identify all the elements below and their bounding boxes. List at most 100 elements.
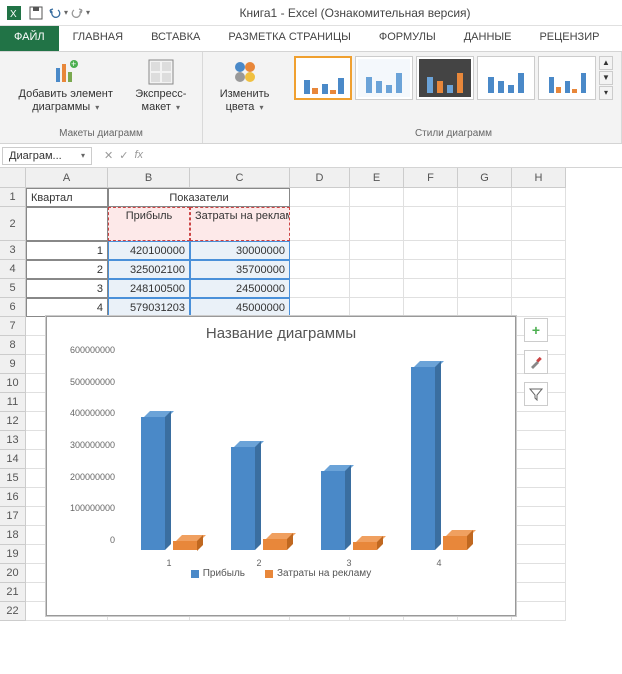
tab-review[interactable]: РЕЦЕНЗИР [525,26,613,51]
cell[interactable] [26,207,108,241]
row-header[interactable]: 21 [0,583,26,602]
cell[interactable] [512,188,566,207]
cell[interactable] [512,450,566,469]
col-header[interactable]: A [26,168,108,188]
excel-icon[interactable]: X [4,3,24,23]
cell[interactable] [290,241,350,260]
tab-insert[interactable]: ВСТАВКА [137,26,214,51]
chart-filter-button[interactable] [524,382,548,406]
row-header[interactable]: 13 [0,431,26,450]
chart-styles-button[interactable] [524,350,548,374]
chart-style-4[interactable] [477,56,535,100]
cell[interactable]: 45000000 [190,298,290,317]
chart-style-5[interactable] [538,56,596,100]
cell[interactable]: 325002100 [108,260,190,279]
cell[interactable] [512,526,566,545]
cell[interactable]: Затраты на рекламу [190,207,290,241]
cell[interactable]: 35700000 [190,260,290,279]
save-icon[interactable] [26,3,46,23]
name-box[interactable]: Диаграм...▾ [2,147,92,165]
legend-item[interactable]: Прибыль [191,568,245,579]
cell[interactable] [512,488,566,507]
chart-style-2[interactable] [355,56,413,100]
cell[interactable] [350,298,404,317]
cell[interactable] [512,431,566,450]
cancel-icon[interactable]: ✕ [104,149,113,162]
cell[interactable] [512,469,566,488]
cell[interactable] [350,241,404,260]
chart-object[interactable]: Название диаграммы 010000000020000000030… [46,316,516,616]
cell[interactable] [512,545,566,564]
cell[interactable]: 2 [26,260,108,279]
cell[interactable] [458,298,512,317]
cell[interactable]: 3 [26,279,108,298]
cell[interactable] [512,583,566,602]
select-all-corner[interactable] [0,168,26,188]
cell[interactable] [512,298,566,317]
row-header[interactable]: 3 [0,241,26,260]
row-header[interactable]: 20 [0,564,26,583]
col-header[interactable]: F [404,168,458,188]
col-header[interactable]: D [290,168,350,188]
row-header[interactable]: 10 [0,374,26,393]
cell[interactable] [512,602,566,621]
cell[interactable] [458,279,512,298]
cell[interactable]: 420100000 [108,241,190,260]
cell[interactable] [512,564,566,583]
cell[interactable] [290,207,350,241]
cell[interactable] [290,188,350,207]
undo-icon[interactable]: ▾ [48,3,68,23]
worksheet-grid[interactable]: A B C D E F G H 1 Квартал Показатели 2 П… [0,168,622,621]
col-header[interactable]: B [108,168,190,188]
chart-title[interactable]: Название диаграммы [47,317,515,350]
cell[interactable] [512,207,566,241]
cell[interactable] [350,207,404,241]
cell[interactable] [512,412,566,431]
row-header[interactable]: 17 [0,507,26,526]
cell[interactable] [290,298,350,317]
cell[interactable]: Квартал [26,188,108,207]
cell[interactable] [404,279,458,298]
row-header[interactable]: 7 [0,317,26,336]
cell[interactable] [404,260,458,279]
col-header[interactable]: C [190,168,290,188]
row-header[interactable]: 15 [0,469,26,488]
cell[interactable] [404,241,458,260]
row-header[interactable]: 12 [0,412,26,431]
enter-icon[interactable]: ✓ [119,149,128,162]
col-header[interactable]: H [512,168,566,188]
cell[interactable]: Показатели [108,188,290,207]
cell[interactable] [404,298,458,317]
chart-elements-button[interactable]: + [524,318,548,342]
cell[interactable] [458,260,512,279]
chart-style-3[interactable] [416,56,474,100]
change-colors-button[interactable]: Изменить цвета ▾ [211,56,278,116]
cell[interactable] [458,207,512,241]
cell[interactable] [290,260,350,279]
redo-icon[interactable]: ▾ [70,3,90,23]
cell[interactable]: 1 [26,241,108,260]
row-header[interactable]: 4 [0,260,26,279]
tab-home[interactable]: ГЛАВНАЯ [59,26,137,51]
row-header[interactable]: 14 [0,450,26,469]
cell[interactable]: 30000000 [190,241,290,260]
row-header[interactable]: 16 [0,488,26,507]
cell[interactable]: 4 [26,298,108,317]
cell[interactable] [350,188,404,207]
chart-style-1[interactable] [294,56,352,100]
row-header[interactable]: 8 [0,336,26,355]
styles-scroll-down[interactable]: ▼ [599,71,613,85]
row-header[interactable]: 2 [0,207,26,241]
row-header[interactable]: 19 [0,545,26,564]
cell[interactable] [512,260,566,279]
row-header[interactable]: 6 [0,298,26,317]
cell[interactable] [458,241,512,260]
row-header[interactable]: 5 [0,279,26,298]
express-layout-button[interactable]: Экспресс-макет ▾ [127,56,194,116]
tab-file[interactable]: ФАЙЛ [0,26,59,51]
cell[interactable] [350,279,404,298]
row-header[interactable]: 18 [0,526,26,545]
chart-plot-area[interactable]: 0100000000200000000300000000400000000500… [121,350,495,560]
tab-formulas[interactable]: ФОРМУЛЫ [365,26,450,51]
add-chart-element-button[interactable]: + Добавить элемент диаграммы ▾ [8,56,123,116]
